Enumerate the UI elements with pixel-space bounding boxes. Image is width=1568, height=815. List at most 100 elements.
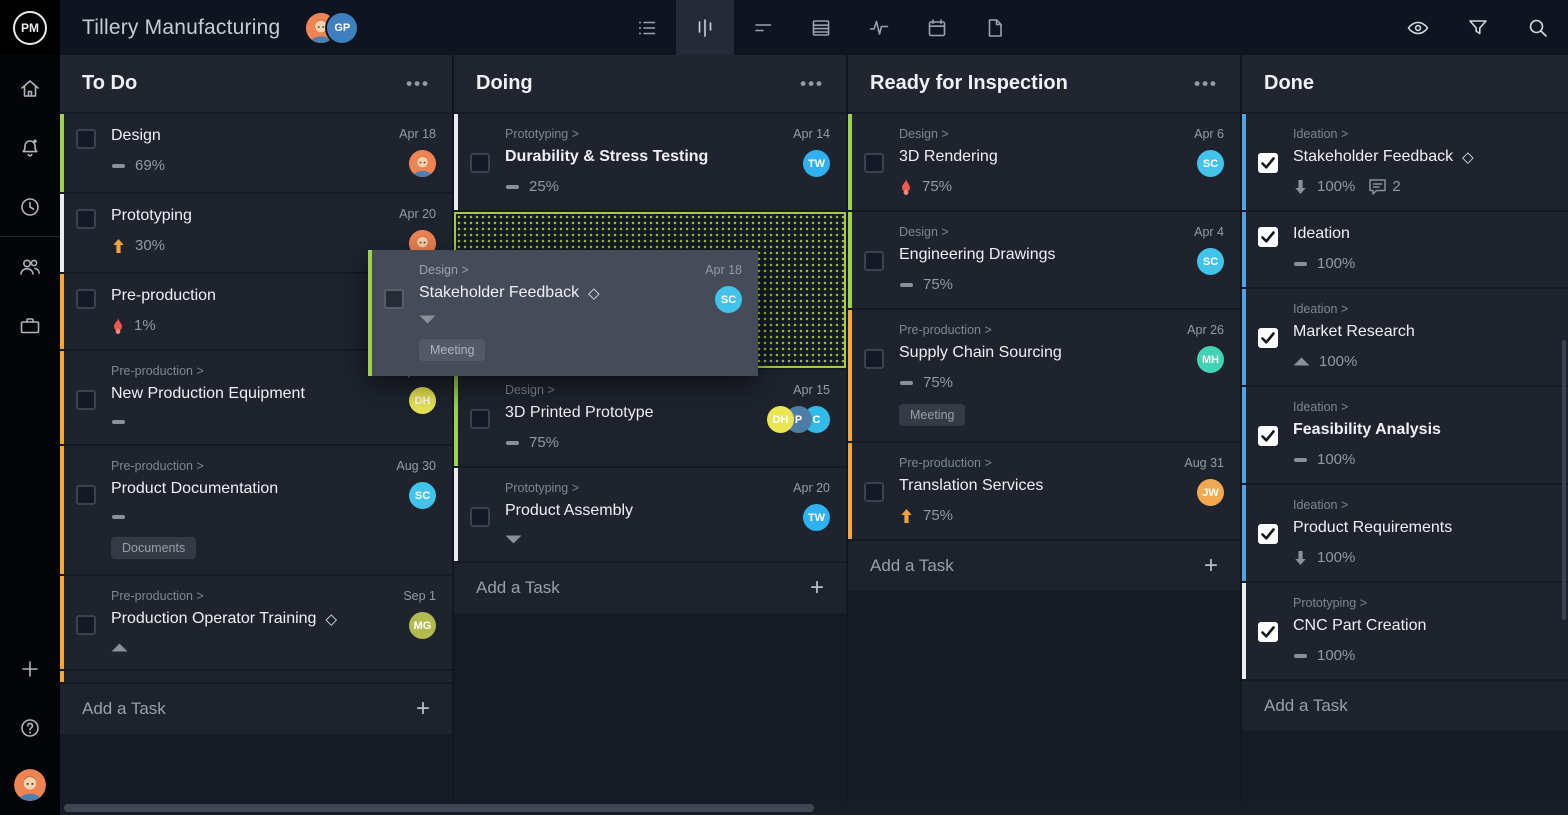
task-title: 3D Rendering bbox=[899, 148, 998, 166]
tab-gantt-view[interactable] bbox=[734, 0, 792, 55]
sidebar-item-help[interactable] bbox=[0, 698, 60, 757]
task-title: 3D Printed Prototype bbox=[505, 404, 654, 422]
task-checkbox[interactable] bbox=[76, 209, 96, 229]
task-card[interactable]: Prototyping >Product AssemblyApr 20TW bbox=[454, 468, 846, 561]
tab-list-view[interactable] bbox=[618, 0, 676, 55]
add-task-button[interactable]: Add a Task+ bbox=[60, 684, 452, 734]
task-checkbox[interactable] bbox=[1258, 622, 1278, 642]
task-breadcrumb: Ideation > bbox=[1293, 302, 1568, 316]
task-card[interactable]: Pre-production >Translation Services75%A… bbox=[848, 443, 1240, 539]
task-card[interactable]: Prototyping >Durability & Stress Testing… bbox=[454, 114, 846, 210]
task-title: Engineering Drawings bbox=[899, 246, 1056, 264]
task-card[interactable]: Ideation 100% bbox=[1242, 212, 1568, 287]
task-breadcrumb: Pre-production > bbox=[111, 459, 386, 473]
task-card-content: Pre-production >Production Operator Trai… bbox=[111, 589, 393, 654]
sidebar-item-projects[interactable] bbox=[0, 296, 60, 355]
task-due-date: Apr 20 bbox=[793, 481, 830, 495]
pm-logo-icon: PM bbox=[13, 11, 47, 45]
column-title: Done bbox=[1264, 72, 1568, 95]
column-doing: Doing•••Prototyping >Durability & Stress… bbox=[454, 55, 846, 815]
task-checkbox[interactable] bbox=[864, 349, 884, 369]
projects-icon bbox=[18, 314, 42, 338]
sidebar-item-recent[interactable] bbox=[0, 177, 60, 236]
task-card[interactable]: Design >Engineering Drawings75%Apr 4SC bbox=[848, 212, 1240, 308]
task-card[interactable]: Design >3D Rendering75%Apr 6SC bbox=[848, 114, 1240, 210]
board-view-icon bbox=[694, 17, 716, 39]
user-avatar[interactable] bbox=[14, 769, 46, 801]
column-menu-button[interactable]: ••• bbox=[800, 74, 824, 94]
task-card[interactable]: Design >3D Printed Prototype75%Apr 15DHP… bbox=[454, 370, 846, 466]
task-checkbox[interactable] bbox=[76, 289, 96, 309]
task-checkbox[interactable] bbox=[470, 409, 490, 429]
task-due-date: Aug 31 bbox=[1184, 456, 1224, 470]
task-title: Production Operator Training bbox=[111, 610, 316, 628]
add-task-button[interactable]: Add a Task+ bbox=[1242, 681, 1568, 731]
task-breadcrumb: Ideation > bbox=[1293, 498, 1568, 512]
task-checkbox[interactable] bbox=[864, 251, 884, 271]
tab-board-view[interactable] bbox=[676, 0, 734, 55]
task-title-row: Ideation bbox=[1293, 225, 1568, 243]
task-checkbox[interactable] bbox=[76, 129, 96, 149]
task-card[interactable]: Pre-production >Production Operator Trai… bbox=[60, 576, 452, 669]
help-icon bbox=[18, 716, 42, 740]
filter-button[interactable] bbox=[1466, 16, 1490, 40]
tab-calendar-view[interactable] bbox=[908, 0, 966, 55]
sidebar-item-team[interactable] bbox=[0, 237, 60, 296]
task-card[interactable]: Ideation >Feasibility Analysis100% bbox=[1242, 387, 1568, 483]
task-checkbox[interactable] bbox=[384, 289, 404, 309]
search-button[interactable] bbox=[1526, 16, 1550, 40]
dragged-card[interactable]: Design >Stakeholder Feedback◇MeetingApr … bbox=[368, 250, 758, 376]
task-card[interactable]: Ideation >Stakeholder Feedback◇100%2 bbox=[1242, 114, 1568, 210]
plus-icon: + bbox=[810, 581, 824, 595]
column-menu-button[interactable]: ••• bbox=[406, 74, 430, 94]
sidebar-item-add[interactable] bbox=[0, 639, 60, 698]
task-title: Feasibility Analysis bbox=[1293, 421, 1441, 439]
task-card[interactable]: Pre-production >Supply Chain Sourcing75%… bbox=[848, 310, 1240, 441]
task-checkbox[interactable] bbox=[864, 482, 884, 502]
add-task-button[interactable]: Add a Task+ bbox=[848, 541, 1240, 591]
task-checkbox[interactable] bbox=[1258, 426, 1278, 446]
tab-sheet-view[interactable] bbox=[792, 0, 850, 55]
task-checkbox[interactable] bbox=[1258, 328, 1278, 348]
task-due-date: Apr 18 bbox=[399, 127, 436, 141]
vertical-scrollbar-thumb[interactable] bbox=[1562, 340, 1566, 620]
task-card[interactable]: Ideation >Product Requirements100% bbox=[1242, 485, 1568, 581]
task-progress: 1% bbox=[134, 317, 156, 334]
task-card[interactable]: Design69%Apr 18 bbox=[60, 114, 452, 192]
task-card[interactable]: Ideation >Market Research100%TodayGP bbox=[1242, 289, 1568, 385]
task-checkbox[interactable] bbox=[76, 615, 96, 635]
task-progress: 100% bbox=[1317, 255, 1355, 272]
task-card[interactable]: Design >Stakeholder Feedback◇MeetingApr … bbox=[368, 250, 758, 376]
task-checkbox[interactable] bbox=[470, 153, 490, 173]
task-breadcrumb: Pre-production > bbox=[111, 364, 389, 378]
milestone-icon: ◇ bbox=[588, 284, 600, 302]
sidebar-item-notifications[interactable] bbox=[0, 118, 60, 177]
tab-activity-view[interactable] bbox=[850, 0, 908, 55]
task-due-date: Apr 26 bbox=[1187, 323, 1224, 337]
task-card[interactable]: Pre-production >Product DocumentationDoc… bbox=[60, 446, 452, 574]
project-member-avatars[interactable]: GP bbox=[306, 13, 357, 43]
task-due-date: Apr 20 bbox=[399, 207, 436, 221]
avatar: SC bbox=[1197, 150, 1224, 177]
task-checkbox[interactable] bbox=[1258, 227, 1278, 247]
task-checkbox[interactable] bbox=[1258, 153, 1278, 173]
task-card[interactable] bbox=[60, 671, 452, 682]
horizontal-scrollbar-thumb[interactable] bbox=[64, 804, 814, 812]
task-checkbox[interactable] bbox=[1258, 524, 1278, 544]
visibility-icon bbox=[1406, 16, 1430, 40]
visibility-button[interactable] bbox=[1406, 16, 1430, 40]
task-checkbox[interactable] bbox=[76, 390, 96, 410]
task-breadcrumb: Design > bbox=[419, 263, 695, 277]
task-checkbox[interactable] bbox=[470, 507, 490, 527]
task-checkbox[interactable] bbox=[76, 485, 96, 505]
task-checkbox[interactable] bbox=[864, 153, 884, 173]
task-progress: 100% bbox=[1319, 353, 1357, 370]
sidebar-item-home[interactable] bbox=[0, 59, 60, 118]
task-card[interactable]: Prototyping >CNC Part Creation100% bbox=[1242, 583, 1568, 679]
task-due-date: Apr 14 bbox=[793, 127, 830, 141]
app-logo[interactable]: PM bbox=[0, 0, 60, 55]
column-menu-button[interactable]: ••• bbox=[1194, 74, 1218, 94]
tab-files-view[interactable] bbox=[966, 0, 1024, 55]
task-title-row: New Production Equipment bbox=[111, 385, 389, 403]
add-task-button[interactable]: Add a Task+ bbox=[454, 563, 846, 613]
